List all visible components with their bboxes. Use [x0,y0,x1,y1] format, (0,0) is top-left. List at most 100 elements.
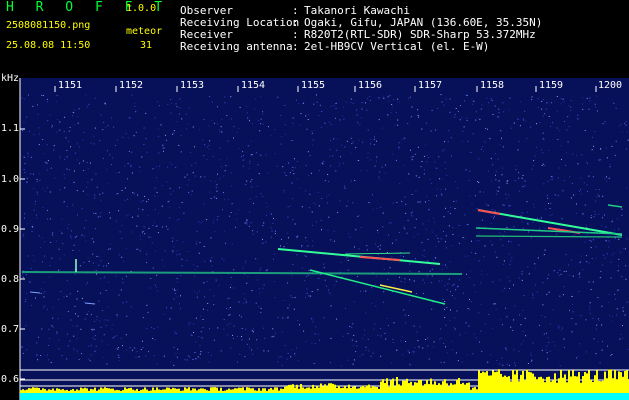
level-bar [538,377,540,393]
noise-pixel [284,105,286,106]
noise-pixel [310,172,312,174]
level-bar [120,390,122,393]
noise-pixel [610,355,612,357]
noise-pixel [522,186,524,188]
noise-pixel [615,107,617,109]
noise-pixel [539,228,540,230]
noise-pixel [27,94,29,96]
level-bar [614,370,616,393]
level-bar [612,378,614,393]
noise-pixel [534,263,536,265]
noise-pixel [352,202,354,204]
noise-pixel [457,110,459,112]
noise-pixel [577,118,579,120]
noise-pixel [563,271,565,272]
level-bar [526,369,528,393]
noise-pixel [27,152,29,154]
noise-pixel [517,118,519,120]
noise-pixel [523,295,525,297]
noise-pixel [235,213,237,215]
level-bar [266,390,268,393]
noise-pixel [390,94,391,96]
noise-pixel [230,212,232,213]
noise-pixel [252,233,254,235]
noise-pixel [22,276,24,278]
noise-pixel [315,326,317,328]
noise-pixel [536,123,537,125]
noise-pixel [259,269,261,271]
noise-pixel [90,354,92,356]
level-bar [110,388,112,393]
noise-pixel [518,119,520,120]
noise-pixel [249,198,251,200]
noise-pixel [216,219,218,221]
noise-pixel [125,215,127,217]
noise-pixel [41,237,43,239]
noise-pixel [173,246,175,248]
noise-pixel [255,302,257,304]
level-bar [300,384,302,393]
level-bar [394,386,396,393]
noise-pixel [379,171,381,173]
noise-pixel [552,309,554,311]
noise-pixel [546,194,548,196]
noise-pixel [356,345,358,347]
noise-pixel [465,332,467,334]
noise-pixel [235,226,236,228]
noise-pixel [106,343,108,345]
noise-pixel [67,227,69,229]
noise-pixel [281,136,283,137]
noise-pixel [225,242,226,244]
noise-pixel [163,313,165,315]
noise-pixel [195,359,197,361]
noise-pixel [497,158,499,160]
noise-pixel [423,173,425,175]
level-bar [368,384,370,393]
noise-pixel [216,184,218,186]
noise-pixel [608,177,610,179]
noise-pixel [455,352,457,354]
noise-pixel [245,184,247,186]
noise-pixel [21,97,23,99]
noise-pixel [83,160,84,162]
level-bar [376,387,378,393]
noise-pixel [513,349,515,351]
noise-pixel [352,323,354,325]
noise-pixel [241,156,242,158]
noise-pixel [524,120,526,122]
noise-pixel [141,156,143,158]
level-bar [344,386,346,393]
noise-pixel [270,213,272,215]
noise-pixel [42,292,44,294]
noise-pixel [156,177,158,179]
noise-pixel [122,345,123,347]
noise-pixel [477,181,479,182]
noise-pixel [462,130,464,132]
noise-pixel [449,213,451,215]
noise-pixel [533,203,534,205]
noise-pixel [192,359,194,360]
noise-pixel [82,190,84,192]
noise-pixel [383,291,385,293]
noise-pixel [238,148,240,150]
level-bar [488,375,490,393]
noise-pixel [607,345,608,347]
noise-pixel [579,343,580,345]
noise-pixel [210,237,212,239]
noise-pixel [537,291,538,293]
level-bar [540,376,542,393]
noise-pixel [142,209,144,211]
noise-pixel [209,191,211,193]
noise-pixel [626,187,627,189]
noise-pixel [597,297,599,298]
noise-pixel [569,309,570,311]
noise-pixel [340,156,341,158]
level-bar [154,390,156,393]
noise-pixel [560,103,562,105]
noise-pixel [105,126,107,128]
noise-pixel [199,129,201,131]
noise-pixel [431,231,433,233]
noise-pixel [621,208,623,210]
noise-pixel [365,312,367,314]
noise-pixel [242,151,244,153]
